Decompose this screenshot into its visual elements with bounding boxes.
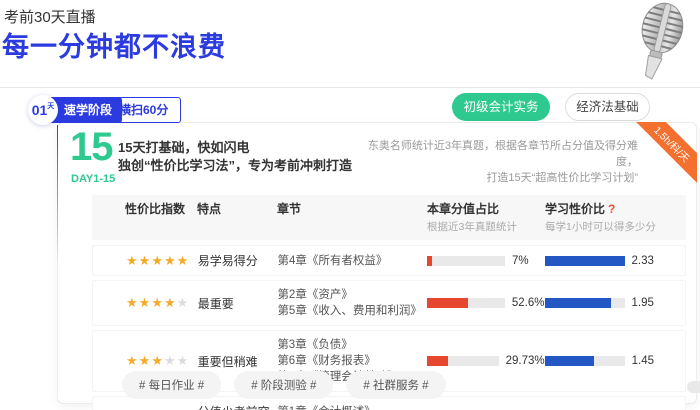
score-share-bar <box>427 256 505 266</box>
corner-ribbon: 1.5h/科/天 <box>631 122 697 188</box>
page-title: 每一分钟都不浪费 <box>2 25 226 64</box>
table-header: 性价比指数 特点 章节 本章分值占比 根据近3年真题统计 学习性价比? 每学1小… <box>92 195 686 240</box>
star-rating: ★★★★★ <box>93 354 198 368</box>
stage-card: 1.5h/科/天 15 DAY1-15 15天打基础，快如闪电 独创“性价比学习… <box>57 122 697 404</box>
row-chapters: 第1章《会计概述》第8章《政府会计基础》 <box>277 404 426 410</box>
score-share-value: 29.73% <box>506 355 545 367</box>
page-subtitle: 考前30天直播 <box>4 6 96 27</box>
note-line: 东奥名师统计近3年真题，根据各章节所占分值及得分难度， <box>358 138 638 170</box>
row-feature: 分值少考前突击 <box>198 403 278 410</box>
tag-community-service[interactable]: # 社群服务 # <box>346 371 445 399</box>
divider <box>0 87 700 88</box>
chapter-line: 第3章《负债》 <box>277 337 426 353</box>
stage-number: 01 <box>32 102 48 118</box>
stage-number-badge: 01天 <box>28 95 58 125</box>
star-rating: ★★★★★ <box>93 296 198 310</box>
row-feature: 重要但稍难 <box>198 353 278 370</box>
tag-daily-homework[interactable]: # 每日作业 # <box>122 371 221 399</box>
score-share-bar <box>427 356 499 366</box>
star-icon: ★ <box>164 253 177 268</box>
chapter-line: 第4章《所有者权益》 <box>277 253 426 269</box>
row-feature: 易学易得分 <box>198 252 278 269</box>
score-share-value: 52.6% <box>512 297 545 309</box>
intro-line: 15天打基础，快如闪电 <box>118 139 352 157</box>
intro-line: 独创“性价比学习法”，专为考前冲刺打造 <box>118 157 352 175</box>
header-score-share-sub: 根据近3年真题统计 <box>427 219 545 234</box>
star-icon: ★ <box>139 295 152 310</box>
microphone-image <box>602 0 694 84</box>
table-row: ★★★★★ 易学易得分 第4章《所有者权益》 7% 2.33 <box>92 245 686 276</box>
tab-subject-law[interactable]: 经济法基础 <box>565 93 650 121</box>
header-chapter: 章节 <box>277 200 427 217</box>
score-share-bar <box>427 298 505 308</box>
service-tags: # 每日作业 # # 阶段测验 # # 社群服务 # <box>122 371 446 399</box>
tag-stage-test[interactable]: # 阶段测验 # <box>234 371 333 399</box>
chapter-line: 第2章《资产》 <box>277 287 426 303</box>
star-icon: ★ <box>151 295 164 310</box>
header-ratio-sub: 每学1小时可以得多少分 <box>545 219 686 234</box>
row-feature: 最重要 <box>198 295 278 312</box>
chapter-line: 第6章《财务报表》 <box>277 353 426 369</box>
ratio-bar <box>545 256 625 266</box>
header-score-share: 本章分值占比 <box>427 200 545 217</box>
ratio-value: 1.95 <box>632 297 654 309</box>
ratio-value: 2.33 <box>632 255 654 267</box>
header-index: 性价比指数 <box>125 200 197 217</box>
note-line: 打造15天“超高性价比学习计划” <box>358 170 638 186</box>
header-feature: 特点 <box>197 200 277 217</box>
star-icon: ★ <box>164 295 177 310</box>
table-row: ★★★★★ 最重要 第2章《资产》第5章《收入、费用和利润》 52.6% 1.9… <box>92 280 686 326</box>
day-number: 15 <box>70 125 113 170</box>
star-icon: ★ <box>177 353 190 368</box>
ratio-value: 1.45 <box>632 355 654 367</box>
page: 考前30天直播 每一分钟都不浪费 01天 速学阶段 横扫60分 <box>0 0 700 410</box>
star-icon: ★ <box>139 253 152 268</box>
row-chapters: 第4章《所有者权益》 <box>277 253 426 269</box>
row-chapters: 第2章《资产》第5章《收入、费用和利润》 <box>277 287 426 319</box>
tab-subject-practice[interactable]: 初级会计实务 <box>452 93 550 121</box>
ribbon-label: 1.5h/科/天 <box>631 122 697 187</box>
chapter-line: 第1章《会计概述》 <box>277 404 426 410</box>
star-icon: ★ <box>126 295 139 310</box>
star-icon: ★ <box>151 253 164 268</box>
header-ratio: 学习性价比 <box>545 202 605 216</box>
stage-unit: 天 <box>47 101 54 111</box>
card-note: 东奥名师统计近3年真题，根据各章节所占分值及得分难度， 打造15天“超高性价比学… <box>358 138 638 186</box>
star-icon: ★ <box>139 353 152 368</box>
ratio-bar <box>545 298 625 308</box>
score-share-value: 7% <box>512 255 529 267</box>
day-range: DAY1-15 <box>71 173 115 185</box>
chapter-line: 第5章《收入、费用和利润》 <box>277 303 426 319</box>
card-intro: 15天打基础，快如闪电 独创“性价比学习法”，专为考前冲刺打造 <box>118 139 352 175</box>
star-icon: ★ <box>164 353 177 368</box>
star-icon: ★ <box>151 353 164 368</box>
help-icon[interactable]: ? <box>608 202 615 216</box>
partial-element <box>687 381 700 393</box>
ratio-bar <box>545 356 625 366</box>
star-icon: ★ <box>126 253 139 268</box>
star-icon: ★ <box>177 253 190 268</box>
star-rating: ★★★★★ <box>93 254 198 268</box>
star-icon: ★ <box>126 353 139 368</box>
star-icon: ★ <box>177 295 190 310</box>
